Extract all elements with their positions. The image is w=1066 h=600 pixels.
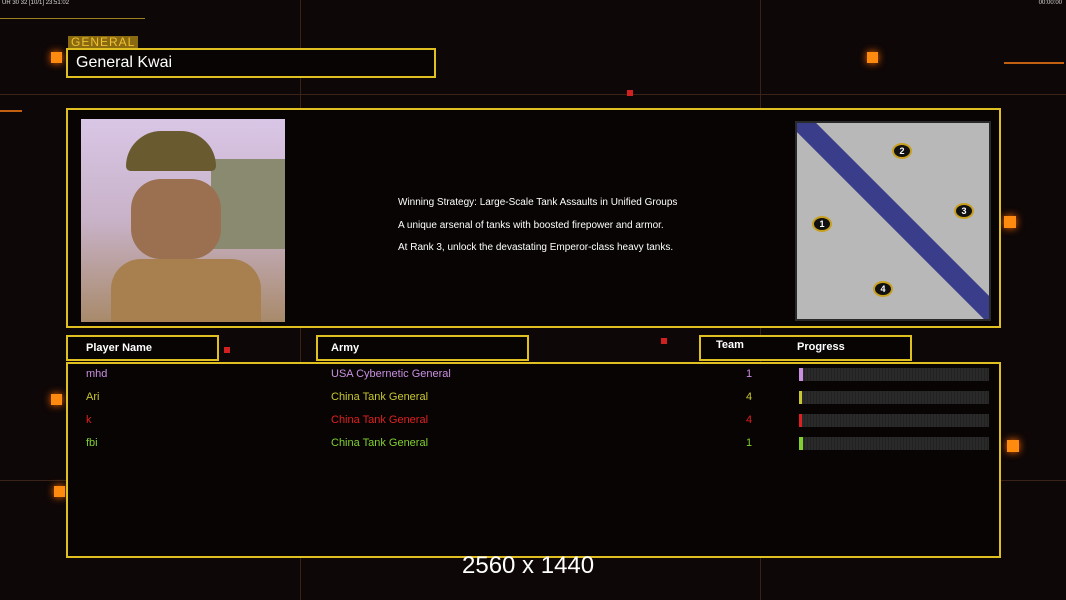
- general-name: General Kwai: [76, 54, 173, 71]
- player-row: mhd USA Cybernetic General 1: [68, 364, 999, 384]
- general-info-panel: Winning Strategy: Large-Scale Tank Assau…: [66, 108, 1001, 328]
- start-position-3[interactable]: 3: [954, 203, 974, 219]
- general-description: Winning Strategy: Large-Scale Tank Assau…: [398, 192, 677, 260]
- player-army: China Tank General: [331, 414, 429, 426]
- player-name: fbi: [86, 437, 98, 449]
- general-name-box: General Kwai: [66, 48, 436, 78]
- player-row: k China Tank General 4: [68, 410, 999, 430]
- start-position-4[interactable]: 4: [873, 281, 893, 297]
- player-army: USA Cybernetic General: [331, 368, 451, 380]
- progress-fill: [799, 391, 802, 404]
- column-header-progress: Progress: [797, 341, 845, 353]
- progress-bar: [799, 391, 989, 404]
- progress-fill: [799, 414, 802, 427]
- resolution-label: 2560 x 1440: [462, 552, 595, 579]
- player-team: 1: [746, 437, 753, 449]
- description-line: Winning Strategy: Large-Scale Tank Assau…: [398, 197, 678, 208]
- player-team: 4: [746, 391, 753, 403]
- description-line: At Rank 3, unlock the devastating Empero…: [398, 242, 674, 253]
- progress-fill: [799, 437, 803, 450]
- progress-bar: [799, 437, 989, 450]
- player-row: fbi China Tank General 1: [68, 433, 999, 453]
- player-row: Ari China Tank General 4: [68, 387, 999, 407]
- column-header-player: Player Name: [66, 335, 219, 361]
- column-header-team: Team: [716, 339, 744, 351]
- description-line: A unique arsenal of tanks with boosted f…: [398, 219, 664, 231]
- start-position-2[interactable]: 2: [892, 143, 912, 159]
- player-team: 1: [746, 368, 753, 380]
- player-army: China Tank General: [331, 437, 429, 449]
- start-position-1[interactable]: 1: [812, 216, 832, 232]
- player-army: China Tank General: [331, 391, 429, 403]
- progress-bar: [799, 368, 989, 381]
- player-name: mhd: [86, 368, 108, 380]
- column-header-team-progress: Team Progress: [699, 335, 912, 361]
- general-portrait: [81, 119, 285, 322]
- player-name: k: [86, 414, 92, 426]
- player-name: Ari: [86, 391, 100, 403]
- progress-fill: [799, 368, 803, 381]
- column-header-army: Army: [316, 335, 529, 361]
- player-list: mhd USA Cybernetic General 1 Ari China T…: [66, 362, 1001, 558]
- hud-clock: 00:00:00: [1038, 0, 1062, 6]
- general-tag: GENERAL: [68, 36, 139, 48]
- minimap: 1 2 3 4: [795, 121, 991, 321]
- progress-bar: [799, 414, 989, 427]
- hud-status: UR 30 32 [10/1] 23:51:02: [2, 0, 70, 6]
- player-team: 4: [746, 414, 753, 426]
